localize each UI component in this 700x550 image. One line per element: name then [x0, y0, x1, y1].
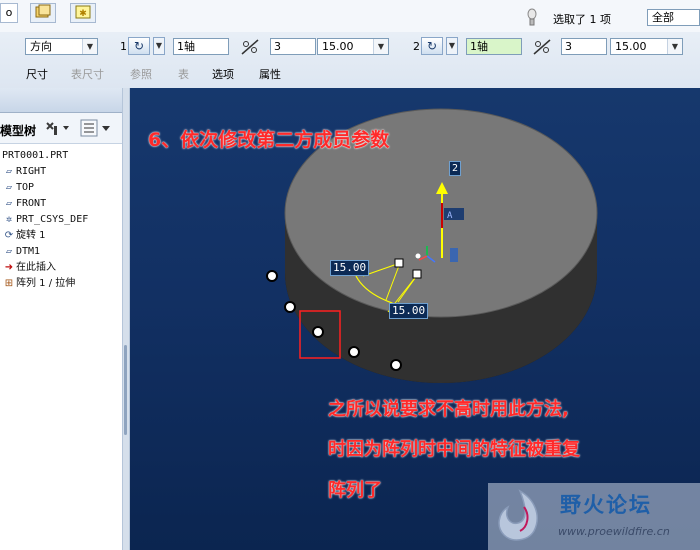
direction-1-spacing-icon — [240, 38, 260, 56]
datum-flag — [450, 248, 458, 262]
note-line-2: 时因为阵列时中间的特征被重复 — [328, 439, 580, 460]
insert-arrow-icon: ➜ — [4, 262, 14, 273]
tree-item-part[interactable]: PRT0001.PRT — [2, 148, 68, 164]
drag-handle[interactable] — [394, 258, 404, 268]
panel-splitter[interactable] — [122, 88, 130, 550]
forum-watermark: 野火论坛 www.proewildfire.cn — [488, 483, 700, 550]
direction-2-type-dropdown[interactable]: ▼ — [446, 37, 458, 55]
selection-filter[interactable]: 全部 — [647, 9, 700, 26]
selection-filter-value: 全部 — [652, 11, 674, 24]
tab-references: 参照 — [130, 68, 152, 81]
settings-icon[interactable] — [45, 120, 71, 136]
axis-number-value: 2 — [452, 163, 459, 174]
model-graphics: A — [266, 108, 598, 383]
chevron-down-icon: ▼ — [667, 39, 682, 54]
tab-properties[interactable]: 属性 — [259, 66, 281, 82]
tree-item-pattern[interactable]: ⊞ 阵列 1 / 拉伸 — [2, 276, 75, 292]
direction-2-number: 2 — [413, 40, 420, 53]
tree-item-label: TOP — [16, 182, 35, 193]
pattern-member-marker[interactable] — [284, 301, 296, 313]
graphics-viewport[interactable]: A 15.00 15.00 2 6、依次修改第二方成员参数 之所以说要求不高时用… — [130, 88, 700, 550]
direction-1-flip-button[interactable]: ↻ — [128, 37, 150, 55]
direction-2-ref-value: 1轴 — [470, 40, 488, 53]
tab-tables: 表 — [178, 68, 189, 81]
pattern-type-dropdown[interactable]: 方向 ▼ — [25, 38, 98, 55]
tab-model-tree[interactable]: o — [0, 3, 18, 23]
chevron-down-icon: ▼ — [82, 39, 97, 54]
datum-plane-icon: ▱ — [5, 198, 13, 209]
dimension-label-1-value: 15.00 — [333, 261, 367, 274]
tree-item-label: 阵列 1 / 拉伸 — [16, 278, 76, 289]
tab-dimensions[interactable]: 尺寸 — [26, 66, 48, 82]
datum-plane-icon: ▱ — [5, 246, 13, 257]
datum-plane-icon: ▱ — [5, 182, 13, 193]
model-tree-title: 模型树 — [0, 124, 37, 138]
direction-1-count-field[interactable]: 3 — [270, 38, 316, 55]
selection-status: 选取了 1 项 — [553, 13, 611, 26]
note-line-1: 之所以说要求不高时用此方法, — [328, 399, 569, 420]
tree-item-label: FRONT — [16, 198, 47, 209]
direction-1-type-dropdown[interactable]: ▼ — [153, 37, 165, 55]
watermark-url: www.proewildfire.cn — [558, 525, 670, 538]
pattern-member-marker[interactable] — [312, 326, 324, 338]
watermark-title: 野火论坛 — [560, 493, 652, 517]
revolve-icon: ⟳ — [4, 230, 14, 241]
pattern-member-marker[interactable] — [266, 270, 278, 282]
csys-icon: ✲ — [5, 214, 13, 225]
direction-2-angle-value: 15.00 — [615, 40, 647, 53]
direction-1-angle-field[interactable]: 15.00 ▼ — [317, 38, 389, 55]
show-options-icon[interactable] — [80, 119, 112, 137]
tree-item-revolve[interactable]: ⟳ 旋转 1 — [2, 228, 46, 244]
chevron-down-icon: ▼ — [373, 39, 388, 54]
navigator-tabs — [0, 88, 122, 113]
center-point — [415, 253, 421, 259]
direction-1-number: 1 — [120, 40, 127, 53]
tree-item-label: PRT0001.PRT — [2, 150, 69, 161]
direction-1-angle-value: 15.00 — [322, 40, 354, 53]
tree-item-label: DTM1 — [16, 246, 41, 257]
pattern-icon: ⊞ — [4, 278, 14, 289]
note-line-3: 阵列了 — [328, 480, 382, 501]
direction-2-angle-field[interactable]: 15.00 ▼ — [610, 38, 683, 55]
tab-favorites[interactable]: ✱ — [70, 3, 96, 23]
splitter-grip[interactable] — [124, 345, 127, 435]
dimension-label-2-value: 15.00 — [392, 304, 426, 317]
direction-1-count-value: 3 — [274, 40, 281, 53]
direction-2-spacing-icon — [532, 38, 552, 56]
tab-folder-browser[interactable] — [30, 3, 56, 23]
tree-item-insert-here[interactable]: ➜ 在此插入 — [2, 260, 56, 276]
tree-item-right-plane[interactable]: ▱ RIGHT — [2, 164, 46, 180]
direction-2-flip-button[interactable]: ↻ — [421, 37, 443, 55]
tab-table-dimensions: 表尺寸 — [71, 68, 104, 81]
axis-number-tag: 2 — [449, 161, 462, 176]
tree-item-label: PRT_CSYS_DEF — [16, 214, 89, 225]
tree-item-label: 在此插入 — [16, 262, 56, 273]
pattern-member-marker[interactable] — [390, 359, 402, 371]
direction-1-ref-value: 1轴 — [177, 40, 195, 53]
step-title-annotation: 6、依次修改第二方成员参数 — [148, 129, 390, 151]
tab-options[interactable]: 选项 — [212, 66, 234, 82]
direction-2-count-field[interactable]: 3 — [561, 38, 607, 55]
tree-item-top-plane[interactable]: ▱ TOP — [2, 180, 34, 196]
lightbulb-icon — [527, 7, 537, 29]
svg-text:✱: ✱ — [79, 9, 87, 19]
tree-item-dtm1[interactable]: ▱ DTM1 — [2, 244, 40, 260]
tree-item-label: 旋转 1 — [16, 230, 46, 241]
flame-logo-icon — [498, 489, 538, 541]
tree-item-front-plane[interactable]: ▱ FRONT — [2, 196, 46, 212]
datum-plane-icon: ▱ — [5, 166, 13, 177]
tree-item-csys[interactable]: ✲ PRT_CSYS_DEF — [2, 212, 88, 228]
drag-handle[interactable] — [412, 269, 422, 279]
direction-2-ref-field[interactable]: 1轴 — [466, 38, 522, 55]
pattern-member-marker[interactable] — [348, 346, 360, 358]
direction-2-count-value: 3 — [565, 40, 572, 53]
tree-item-label: RIGHT — [16, 166, 47, 177]
pattern-type-value: 方向 — [30, 40, 52, 53]
dimension-label-2[interactable]: 15.00 — [389, 303, 429, 319]
datum-tag-text: A — [447, 211, 453, 221]
dimension-label-1[interactable]: 15.00 — [330, 260, 370, 276]
direction-1-ref-field[interactable]: 1轴 — [173, 38, 229, 55]
